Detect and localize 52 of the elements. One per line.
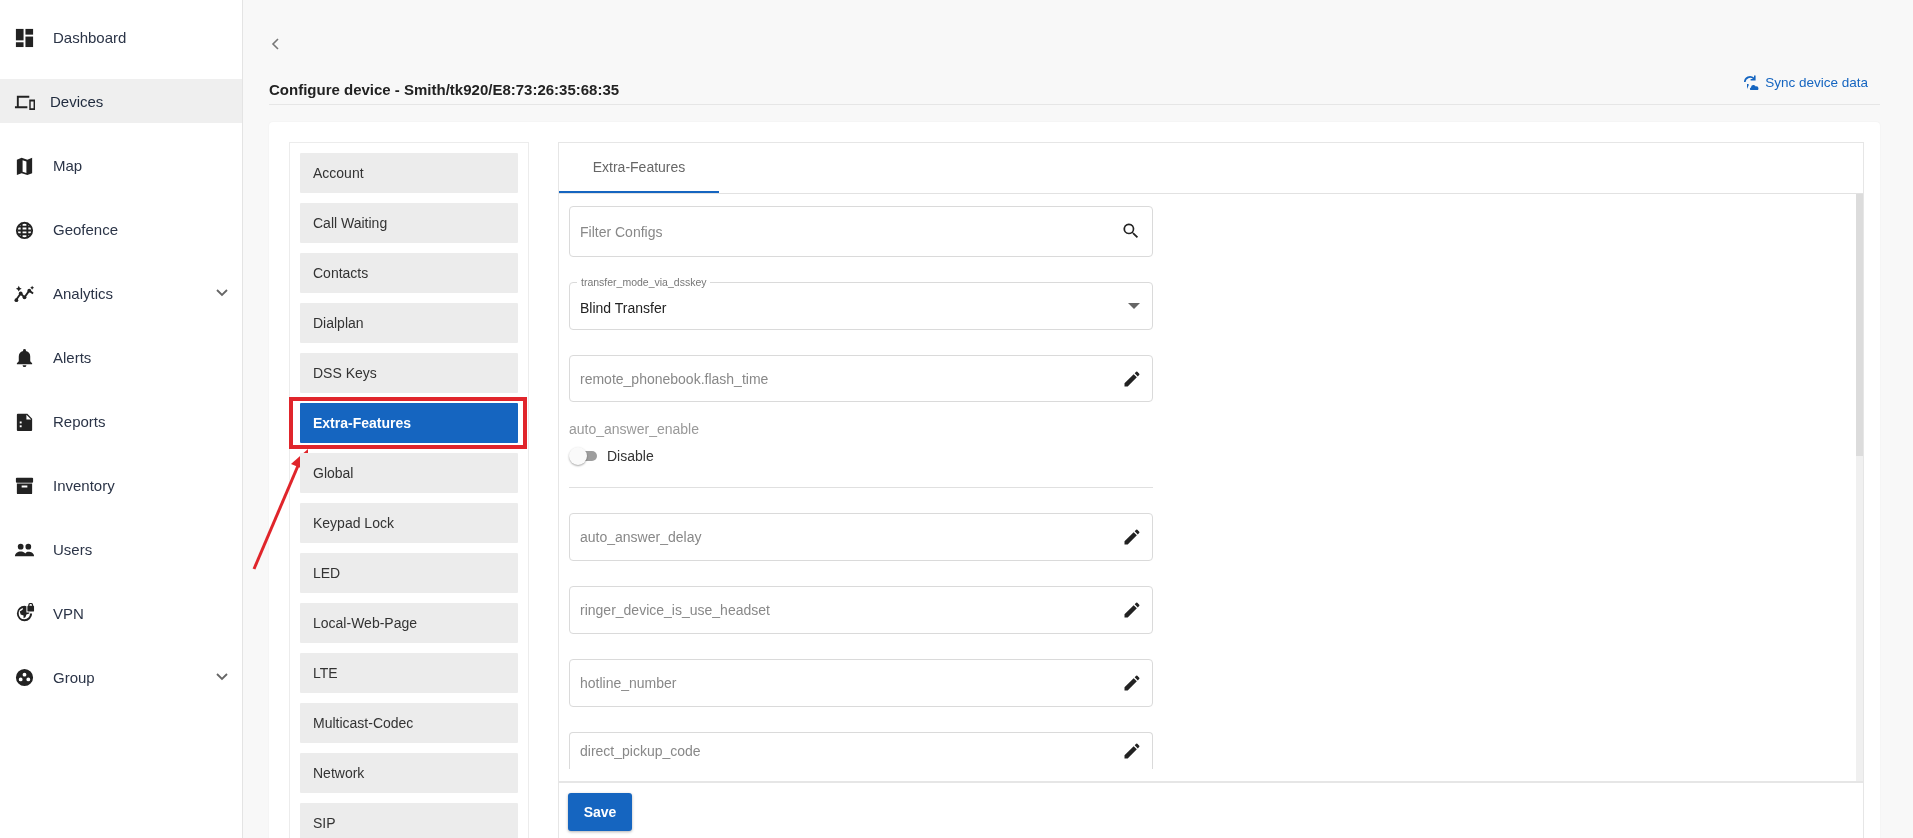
section-item[interactable]: LTE	[300, 653, 518, 693]
section-item[interactable]: Network	[300, 753, 518, 793]
chevron-down-icon[interactable]	[216, 289, 228, 297]
section-item[interactable]: Extra-Features	[300, 403, 518, 443]
pencil-icon[interactable]	[1122, 527, 1142, 548]
sidebar-item[interactable]: Map	[0, 143, 242, 187]
back-chevron-icon[interactable]	[271, 38, 279, 50]
section-item[interactable]: LED	[300, 553, 518, 593]
toggle-state: Disable	[607, 448, 654, 465]
toggle-switch[interactable]	[569, 447, 599, 466]
sidebar-item[interactable]: Alerts	[0, 335, 242, 379]
section-item[interactable]: Dialplan	[300, 303, 518, 343]
sidebar-item[interactable]: VPN	[0, 591, 242, 635]
circle-dots-icon	[14, 666, 35, 688]
section-item[interactable]: DSS Keys	[300, 353, 518, 393]
dropdown-caret-icon[interactable]	[1128, 302, 1140, 309]
tab[interactable]: Extra-Features	[559, 143, 719, 193]
sidebar-item[interactable]: Reports	[0, 399, 242, 443]
section-item[interactable]: Keypad Lock	[300, 503, 518, 543]
bell-icon	[14, 346, 35, 368]
section-item[interactable]: SIP	[300, 803, 518, 838]
sync-link[interactable]: Sync device data	[1742, 74, 1868, 90]
section-item[interactable]: Account	[300, 153, 518, 193]
sidebar-item[interactable]: Geofence	[0, 207, 242, 251]
config-field[interactable]: auto_answer_delay	[569, 513, 1153, 562]
scrollbar-thumb[interactable]	[1856, 194, 1863, 456]
sidebar-item[interactable]: Analytics	[0, 271, 242, 315]
sidebar-item[interactable]: Dashboard	[0, 15, 242, 59]
sidebar-item[interactable]: Users	[0, 527, 242, 571]
section-item[interactable]: Multicast-Codec	[300, 703, 518, 743]
config-field[interactable]: direct_pickup_code	[569, 731, 1153, 769]
globe-lock-icon	[14, 602, 35, 624]
toggle-label: auto_answer_enable	[569, 421, 700, 438]
section-item[interactable]: Call Waiting	[300, 203, 518, 243]
dashboard-grid-icon	[14, 26, 35, 48]
field-label: transfer_mode_via_dsskey	[577, 276, 711, 288]
config-field[interactable]: remote_phonebook.flash_time	[569, 354, 1153, 403]
filter-field[interactable]: Filter Configs	[569, 206, 1153, 257]
search-icon[interactable]	[1121, 221, 1141, 241]
page-title: Configure device - Smith/tk920/E8:73:26:35:68:35	[269, 81, 620, 98]
chevron-down-icon[interactable]	[216, 673, 228, 681]
config-field[interactable]: ringer_device_is_use_headset	[569, 586, 1153, 634]
sidebar-item[interactable]: Group	[0, 655, 242, 699]
config-field[interactable]: hotline_number	[569, 658, 1153, 707]
sync-cloud-icon[interactable]	[1742, 74, 1761, 90]
save-button[interactable]: Save	[568, 793, 632, 831]
section-item[interactable]: Global	[300, 453, 518, 493]
section-item[interactable]: Local-Web-Page	[300, 603, 518, 643]
section-item[interactable]: Contacts	[300, 253, 518, 293]
sidebar-item[interactable]: Inventory	[0, 463, 242, 507]
sidebar-item[interactable]: Devices	[0, 79, 242, 123]
pencil-icon[interactable]	[1122, 600, 1142, 620]
